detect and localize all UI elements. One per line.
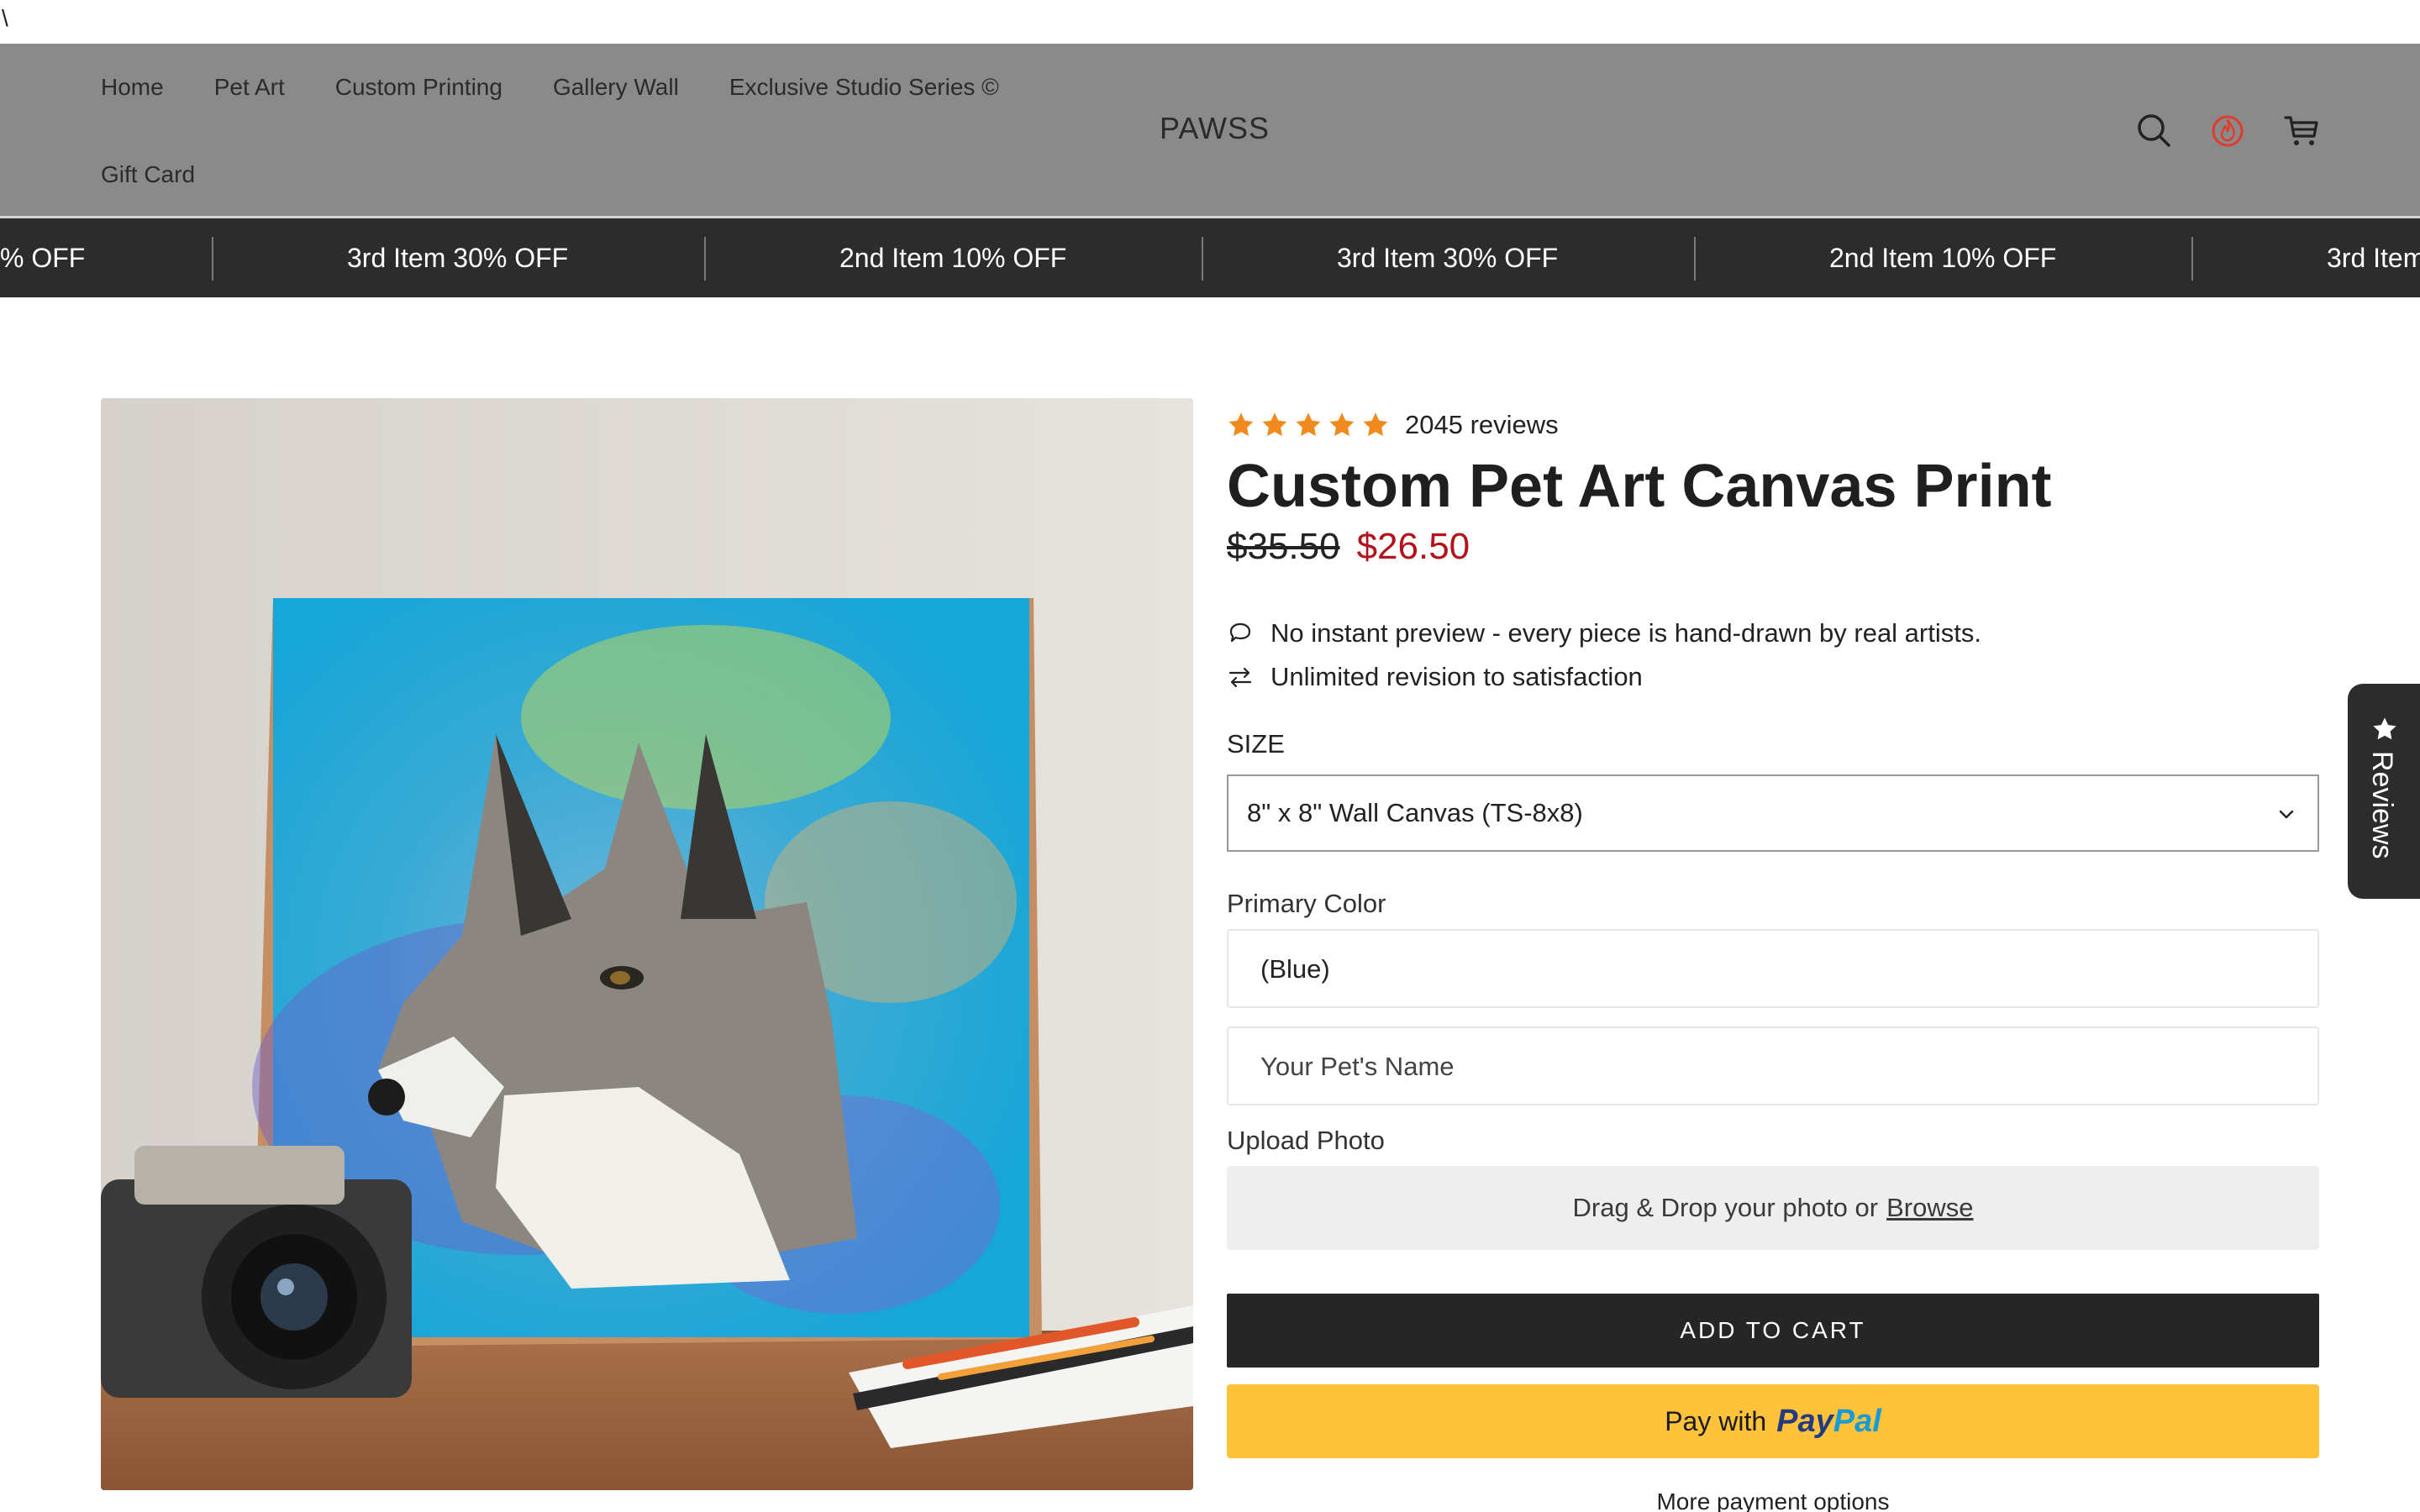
promo-item: 2nd Item 10% OFF: [839, 243, 1067, 273]
feature-text: No instant preview - every piece is hand…: [1270, 618, 1981, 648]
promo-item: 3rd Item: [2327, 243, 2420, 273]
upload-photo-label: Upload Photo: [1227, 1126, 1385, 1155]
primary-color-value: (Blue): [1260, 954, 1330, 984]
promo-divider: [704, 237, 706, 281]
paypal-logo-pay: Pay: [1776, 1403, 1833, 1439]
reviews-tab-label: Reviews: [2366, 751, 2398, 859]
star-icon: [2373, 717, 2396, 740]
original-price: $35.50: [1227, 526, 1340, 567]
feature-hand-drawn: No instant preview - every piece is hand…: [1227, 618, 1981, 648]
promo-marquee: % OFF 3rd Item 30% OFF 2nd Item 10% OFF …: [0, 218, 2420, 297]
promo-item: % OFF: [0, 243, 86, 273]
pet-name-input[interactable]: [1260, 1048, 2269, 1085]
top-strip: \: [0, 0, 2420, 44]
add-to-cart-button[interactable]: ADD TO CART: [1227, 1294, 2319, 1368]
product-title: Custom Pet Art Canvas Print: [1227, 453, 2052, 520]
promo-divider: [1202, 237, 1203, 281]
promo-item: 3rd Item 30% OFF: [347, 243, 569, 273]
speech-bubble-icon: [1229, 622, 1251, 643]
size-selected-value: 8" x 8" Wall Canvas (TS-8x8): [1247, 798, 1583, 827]
rating-summary[interactable]: 2045 reviews: [1227, 405, 1559, 445]
feature-revisions: Unlimited revision to satisfaction: [1227, 662, 1643, 692]
nav-exclusive-studio-series[interactable]: Exclusive Studio Series ©: [729, 74, 999, 101]
paypal-prefix: Pay with: [1665, 1405, 1767, 1436]
site-header: Home Pet Art Custom Printing Gallery Wal…: [0, 44, 2420, 218]
promo-divider: [212, 237, 213, 281]
nav-custom-printing[interactable]: Custom Printing: [335, 74, 502, 101]
primary-color-field[interactable]: (Blue): [1227, 929, 2319, 1008]
star-icon: [1228, 412, 1254, 437]
sale-price: $26.50: [1356, 526, 1470, 567]
nav-gallery-wall[interactable]: Gallery Wall: [553, 74, 679, 101]
paypal-logo-pal: Pal: [1833, 1403, 1881, 1439]
more-payment-options-link[interactable]: More payment options: [1227, 1488, 2319, 1512]
browse-link[interactable]: Browse: [1886, 1193, 1973, 1223]
feature-text: Unlimited revision to satisfaction: [1270, 662, 1643, 691]
promo-divider: [2191, 237, 2193, 281]
star-icon: [1329, 412, 1355, 437]
swap-arrows-icon: [1228, 667, 1252, 688]
reviews-side-tab[interactable]: Reviews: [2348, 684, 2420, 899]
pet-name-field[interactable]: [1227, 1026, 2319, 1105]
nav-row-2: Gift Card: [101, 131, 1109, 218]
stray-mark: \: [2, 5, 8, 31]
product-image[interactable]: [101, 398, 1193, 1490]
promo-item: 2nd Item 10% OFF: [1829, 243, 2057, 273]
size-select[interactable]: 8" x 8" Wall Canvas (TS-8x8): [1227, 774, 2319, 852]
price-block: $35.50 $26.50: [1227, 526, 1470, 568]
dropzone-text: Drag & Drop your photo or: [1572, 1193, 1879, 1222]
size-label: SIZE: [1227, 729, 1285, 759]
star-icon: [1363, 412, 1388, 437]
paypal-button[interactable]: Pay with Pay Pal: [1227, 1384, 2319, 1458]
promo-divider: [1694, 237, 1696, 281]
rewards-flame-icon[interactable]: [2208, 111, 2247, 150]
primary-color-label: Primary Color: [1227, 889, 1386, 918]
product-photo-illustration: [101, 398, 1193, 1490]
store-logo[interactable]: PAWSS: [1160, 111, 1270, 146]
star-icon: [1296, 412, 1321, 437]
nav-home[interactable]: Home: [101, 74, 164, 101]
photo-dropzone[interactable]: Drag & Drop your photo or Browse: [1227, 1166, 2319, 1250]
cart-icon[interactable]: [2282, 111, 2321, 150]
search-icon[interactable]: [2134, 111, 2173, 150]
main-nav: Home Pet Art Custom Printing Gallery Wal…: [101, 44, 1109, 218]
promo-item: 3rd Item 30% OFF: [1337, 243, 1559, 273]
reviews-count[interactable]: 2045 reviews: [1405, 410, 1559, 440]
chevron-down-icon: [2279, 810, 2294, 819]
nav-pet-art[interactable]: Pet Art: [214, 74, 285, 101]
nav-row-1: Home Pet Art Custom Printing Gallery Wal…: [101, 44, 1109, 131]
star-icon: [1262, 412, 1287, 437]
nav-gift-card[interactable]: Gift Card: [101, 161, 195, 188]
